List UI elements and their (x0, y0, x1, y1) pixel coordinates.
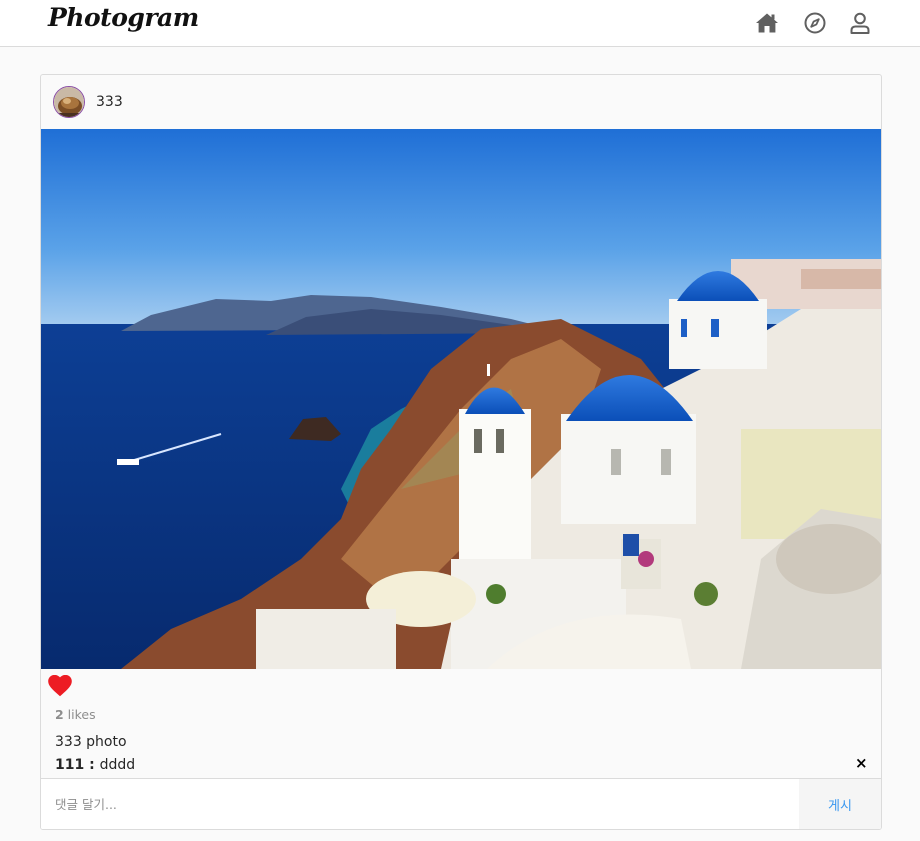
comment-item: 111 : dddd (55, 757, 135, 773)
home-icon[interactable] (755, 11, 779, 35)
delete-comment-button[interactable]: × (855, 754, 868, 772)
comment-author[interactable]: 111 (55, 757, 84, 773)
post-image (41, 129, 881, 669)
post-comment-button[interactable]: 게시 (799, 779, 881, 829)
compass-icon[interactable] (803, 11, 827, 35)
post-username[interactable]: 333 (96, 94, 123, 110)
likes-count: 2 likes (55, 707, 96, 722)
app-logo[interactable]: Photogram (48, 3, 199, 32)
like-heart-icon[interactable] (48, 675, 72, 697)
comment-separator: : (84, 757, 100, 773)
top-navbar: Photogram (0, 0, 920, 47)
post-card: 333 2 likes 333 photo 111: dddd × 댓글 달기… (40, 74, 882, 830)
profile-avatar[interactable] (53, 86, 85, 118)
post-header: 333 (41, 75, 881, 129)
comment-text: dddd (99, 757, 136, 773)
post-caption: 333 photo (55, 734, 127, 750)
comment-form: 게시 (41, 778, 881, 829)
comment-input[interactable] (41, 779, 799, 829)
user-icon[interactable] (848, 11, 872, 35)
